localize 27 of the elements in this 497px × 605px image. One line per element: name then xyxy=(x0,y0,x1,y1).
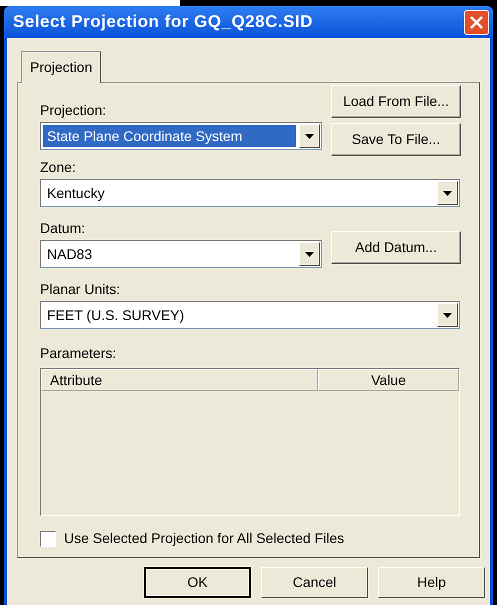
close-button[interactable] xyxy=(464,10,489,34)
caret-icon xyxy=(443,312,452,318)
field-label: Planar Units: xyxy=(40,280,122,298)
dropdown-field[interactable]: NAD83 xyxy=(40,240,322,268)
checkbox-label: Use Selected Projection for All Selected Files xyxy=(64,529,344,548)
dropdown-field[interactable]: FEET (U.S. SURVEY) xyxy=(40,301,460,329)
dialog-button[interactable]: Help xyxy=(378,567,485,598)
field-label: Projection: xyxy=(40,101,108,119)
column-header[interactable]: Value xyxy=(318,369,459,391)
close-icon xyxy=(470,16,483,28)
dialog-button[interactable]: Cancel xyxy=(261,567,368,598)
field-label: Parameters: xyxy=(40,344,118,363)
window-title: Select Projection for GQ_Q28C.SID xyxy=(13,11,313,34)
caret-icon xyxy=(305,134,314,138)
dropdown-field[interactable]: Kentucky xyxy=(40,179,460,207)
side-button[interactable]: Save To File... xyxy=(331,123,461,156)
dropdown-field[interactable]: State Plane Coordinate System xyxy=(40,122,322,150)
side-button[interactable]: Add Datum... xyxy=(331,231,461,264)
side-button[interactable]: Load From File... xyxy=(331,85,461,118)
field-label: Zone: xyxy=(40,158,77,176)
dialog-button[interactable]: OK xyxy=(144,567,251,598)
field-label: Datum: xyxy=(40,219,86,237)
caret-icon xyxy=(305,252,314,256)
caret-icon xyxy=(443,190,452,196)
column-header[interactable]: Attribute xyxy=(41,369,318,391)
checkbox[interactable] xyxy=(40,530,56,546)
tab[interactable]: Projection xyxy=(21,51,102,83)
